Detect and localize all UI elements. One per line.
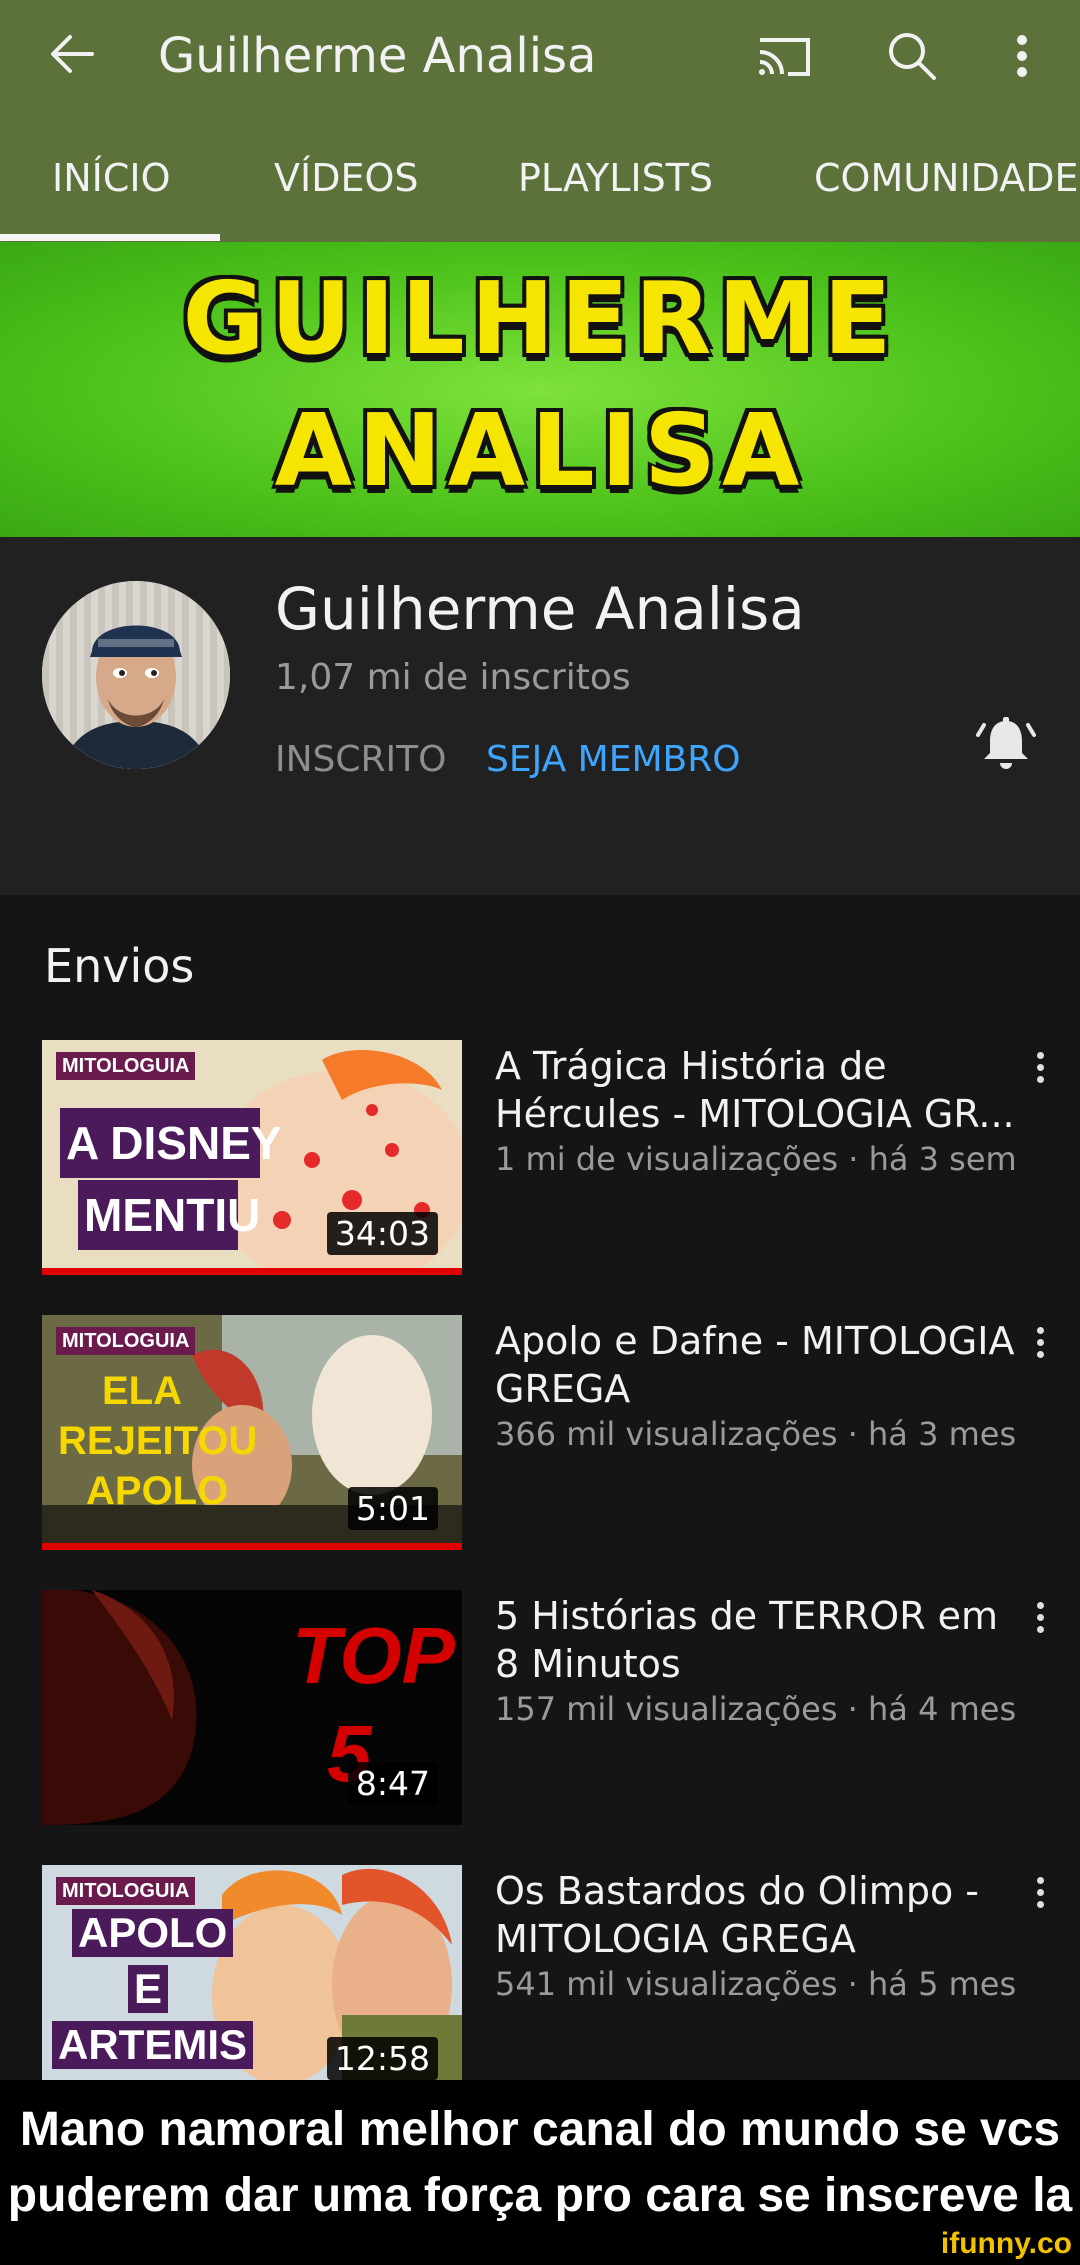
thumbnail-badge: MITOLOGUIA — [56, 1327, 196, 1355]
video-title[interactable]: Os Bastardos do Olimpo - MITOLOGIA GREGA — [495, 1867, 1015, 1963]
channel-tabs: INÍCIO VÍDEOS PLAYLISTS COMUNIDADE — [0, 112, 1080, 242]
more-vert-icon[interactable] — [1028, 1596, 1052, 1656]
video-duration: 34:03 — [326, 1212, 438, 1255]
join-membership-button[interactable]: SEJA MEMBRO — [486, 739, 741, 780]
caption-line-1: Mano namoral melhor canal do mundo se vc… — [19, 2103, 1061, 2156]
search-icon[interactable] — [880, 24, 944, 88]
channel-name: Guilherme Analisa — [275, 575, 805, 643]
more-vert-icon[interactable] — [1000, 24, 1064, 88]
channel-header: Guilherme Analisa 1,07 mi de inscritos I… — [0, 537, 1080, 895]
meme-caption: Mano namoral melhor canal do mundo se vc… — [0, 2080, 1080, 2265]
video-thumbnail[interactable]: MITOLOGUIA ELA REJEITOU APOLO 5:01 — [42, 1315, 462, 1550]
channel-banner: GUILHERME ANALISA — [0, 242, 1080, 537]
video-meta: 366 mil visualizações · há 3 mese: — [495, 1415, 1015, 1453]
video-title[interactable]: A Trágica História de Hércules - MITOLOG… — [495, 1042, 1015, 1138]
banner-line-1: GUILHERME — [182, 260, 898, 377]
tab-videos[interactable]: VÍDEOS — [274, 156, 419, 200]
video-thumbnail[interactable]: TOP 5 8:47 — [42, 1590, 462, 1825]
video-item[interactable]: TOP 5 8:47 5 Histórias de TERROR em 8 Mi… — [0, 1590, 1080, 1830]
thumbnail-text: APOLO — [86, 1469, 229, 1513]
more-vert-icon[interactable] — [1028, 1871, 1052, 1931]
channel-title: Guilherme Analisa — [158, 28, 597, 84]
thumbnail-text: REJEITOU — [58, 1419, 258, 1463]
banner-line-2: ANALISA — [274, 392, 806, 509]
thumbnail-text: ARTEMIS — [52, 2021, 253, 2069]
caption-line-2: puderem dar uma força pro cara se inscre… — [7, 2169, 1073, 2222]
notification-bell-icon[interactable] — [976, 713, 1036, 777]
watch-progress-bar — [42, 1268, 462, 1275]
video-duration: 12:58 — [326, 2037, 438, 2080]
section-title: Envios — [44, 939, 195, 993]
tab-inicio[interactable]: INÍCIO — [52, 156, 171, 200]
avatar[interactable] — [42, 581, 230, 769]
thumbnail-badge: MITOLOGUIA — [56, 1052, 196, 1080]
more-vert-icon[interactable] — [1028, 1321, 1052, 1381]
video-meta: 157 mil visualizações · há 4 mese: — [495, 1690, 1015, 1728]
video-item[interactable]: MITOLOGUIA A DISNEY MENTIU 34:03 A Trági… — [0, 1040, 1080, 1280]
thumbnail-text: TOP — [292, 1611, 456, 1700]
more-vert-icon[interactable] — [1028, 1046, 1052, 1106]
thumbnail-text: A DISNEY — [66, 1117, 282, 1169]
cast-icon[interactable] — [752, 24, 816, 88]
thumbnail-text: E — [128, 1965, 169, 2013]
thumbnail-badge: MITOLOGUIA — [56, 1877, 196, 1905]
video-meta: 1 mi de visualizações · há 3 semar — [495, 1140, 1015, 1178]
video-item[interactable]: MITOLOGUIA APOLO E ARTEMIS 12:58 Os Bast… — [0, 1865, 1080, 2105]
active-tab-indicator — [0, 234, 220, 241]
thumbnail-text: APOLO — [72, 1909, 234, 1957]
subscriber-count: 1,07 mi de inscritos — [275, 657, 631, 698]
video-duration: 8:47 — [347, 1762, 438, 1805]
watch-progress-bar — [42, 1543, 462, 1550]
video-thumbnail[interactable]: MITOLOGUIA A DISNEY MENTIU 34:03 — [42, 1040, 462, 1275]
video-title[interactable]: Apolo e Dafne - MITOLOGIA GREGA — [495, 1317, 1015, 1413]
back-arrow-icon[interactable] — [44, 24, 104, 84]
tab-playlists[interactable]: PLAYLISTS — [518, 156, 713, 200]
subscribed-button[interactable]: INSCRITO — [275, 739, 447, 780]
app-bar: Guilherme Analisa — [0, 0, 1080, 112]
video-title[interactable]: 5 Histórias de TERROR em 8 Minutos — [495, 1592, 1015, 1688]
video-duration: 5:01 — [347, 1487, 438, 1530]
tab-comunidade[interactable]: COMUNIDADE — [814, 156, 1079, 200]
video-item[interactable]: MITOLOGUIA ELA REJEITOU APOLO 5:01 Apolo… — [0, 1315, 1080, 1555]
video-thumbnail[interactable]: MITOLOGUIA APOLO E ARTEMIS 12:58 — [42, 1865, 462, 2100]
watermark: ifunny.co — [940, 2227, 1072, 2260]
video-meta: 541 mil visualizações · há 5 mese: — [495, 1965, 1015, 2003]
thumbnail-text: MENTIU — [84, 1189, 261, 1241]
thumbnail-text: ELA — [102, 1369, 182, 1413]
uploads-section: Envios MITOLOGUIA A DISNEY MENTIU 34:03 … — [0, 895, 1080, 2100]
